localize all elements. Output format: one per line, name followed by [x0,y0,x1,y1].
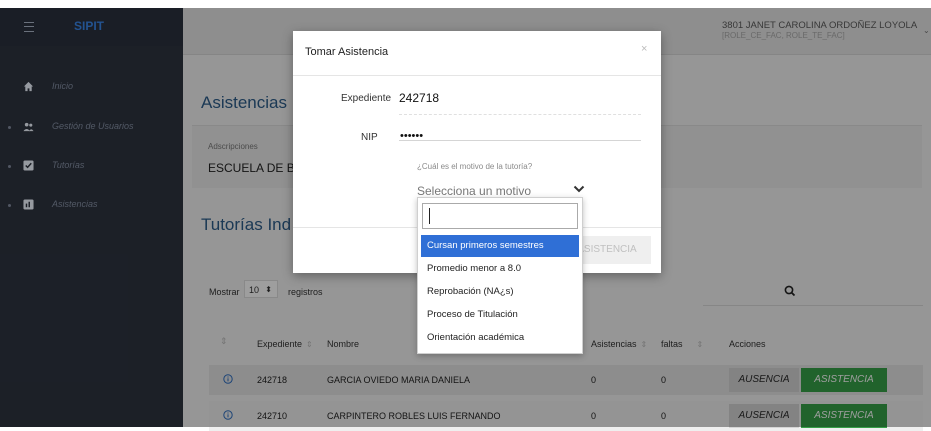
dropdown-option[interactable]: Orientación académica [421,327,579,349]
dropdown-option[interactable]: Reprobación (NA¿s) [421,281,579,303]
modal-asistencia-button[interactable]: ASISTENCIA [579,236,651,264]
nip-underline [399,140,641,141]
nip-label: NIP [361,132,378,143]
dropdown-search-input[interactable] [422,203,578,229]
chevron-down-icon[interactable] [573,184,585,194]
modal-title: Tomar Asistencia [305,46,389,58]
motivo-select[interactable]: Selecciona un motivo [417,184,531,198]
motivo-label: ¿Cuál es el motivo de la tutoría? [417,162,533,171]
modal-divider [293,75,661,76]
text-cursor [429,208,430,224]
close-icon[interactable]: × [641,43,647,55]
expediente-field[interactable]: 242718 [399,91,439,105]
motivo-dropdown: Cursan primeros semestres Promedio menor… [417,197,583,354]
dropdown-option[interactable]: Cursan primeros semestres [421,235,579,257]
sidebar-backdrop [0,8,183,427]
dropdown-option[interactable]: Proceso de Titulación [421,304,579,326]
expediente-label: Expediente [341,93,392,104]
expediente-underline [399,114,641,116]
dropdown-option[interactable]: Promedio menor a 8.0 [421,258,579,280]
window-edge [0,0,931,8]
